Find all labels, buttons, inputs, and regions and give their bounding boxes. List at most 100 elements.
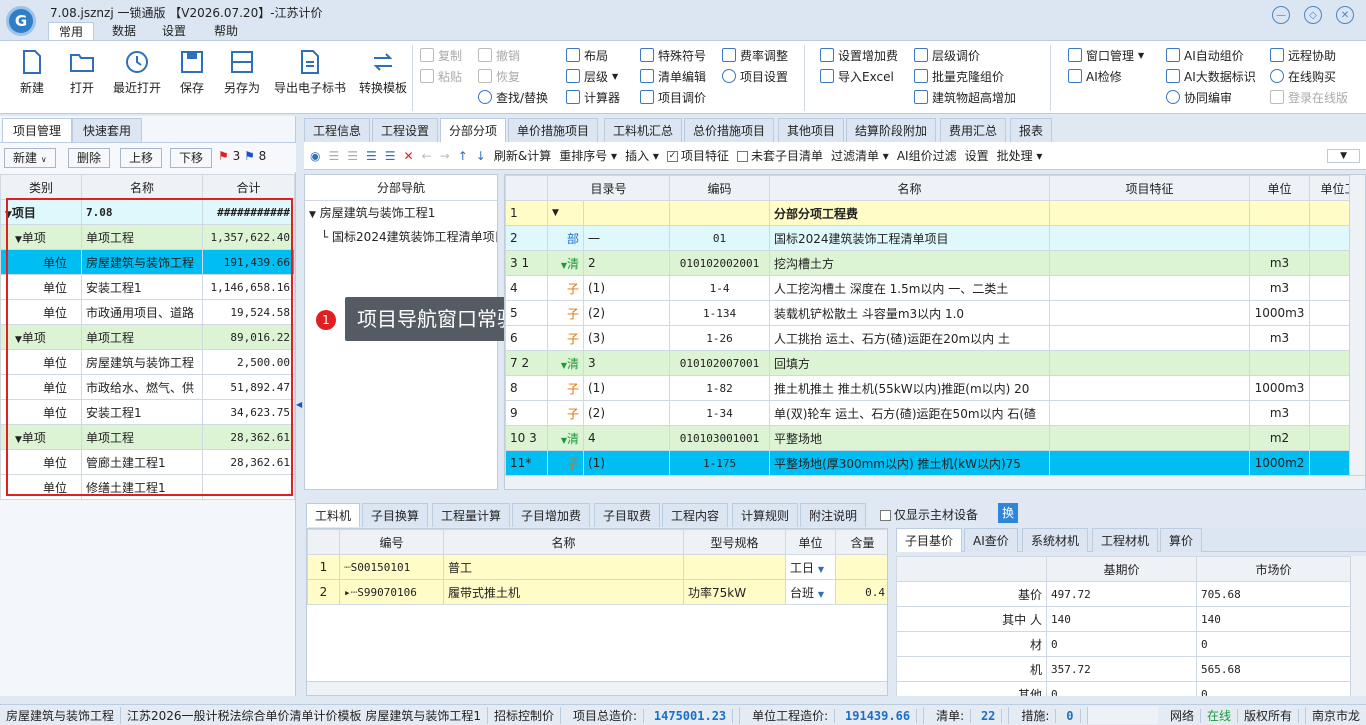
chevron-down-icon[interactable]: ▼: [818, 565, 824, 574]
table-row[interactable]: 1 ▼ 分部分项工程费: [505, 200, 1365, 226]
collapse-icon[interactable]: ▼: [547, 200, 584, 226]
tab-calc-rules[interactable]: 计算规则: [732, 503, 799, 527]
tab-ai-price[interactable]: AI查价: [964, 528, 1018, 552]
table-row[interactable]: 5子(2)1-134装载机铲松散土 斗容量m3以内 1.01000m30: [505, 300, 1365, 326]
collaborate-button[interactable]: 协同编审: [1166, 87, 1232, 107]
tab-sub-items[interactable]: 分部分项: [440, 118, 507, 142]
table-row[interactable]: 4 子 (1) 1-4 人工挖沟槽土 深度在 1.5m以内 一、二类土 m3: [505, 275, 1365, 301]
swap-button[interactable]: 换: [998, 503, 1018, 523]
settings-button[interactable]: 设置: [965, 147, 989, 164]
remote-assist-button[interactable]: 远程协助: [1270, 45, 1336, 65]
more-dropdown-icon[interactable]: ▼: [1327, 148, 1360, 163]
refresh-calc-button[interactable]: 刷新&计算: [494, 147, 551, 164]
arrow-up-icon[interactable]: ↑: [458, 149, 468, 163]
project-settings-button[interactable]: 项目设置: [722, 66, 788, 86]
tab-other-items[interactable]: 其他项目: [778, 118, 845, 142]
export-bid-button[interactable]: 导出电子标书: [272, 47, 348, 109]
collapse-panel-icon[interactable]: ◀: [296, 400, 302, 409]
list-edit-button[interactable]: 清单编辑: [640, 66, 706, 86]
import-excel-button[interactable]: 导入Excel: [820, 66, 894, 86]
tab-quick-apply[interactable]: 快速套用: [72, 118, 143, 142]
recent-button[interactable]: 最近打开: [106, 47, 168, 109]
table-row[interactable]: 1 ┈S00150101 普工 工日 ▼: [307, 554, 887, 580]
table-row[interactable]: 11* 子 (1) 1-175 平整场地(厚300mm以内) 推土机(kW以内)75 10…: [505, 450, 1365, 476]
menu-common[interactable]: 常用: [48, 22, 95, 40]
horizontal-scrollbar[interactable]: [307, 681, 887, 695]
tab-material-summary[interactable]: 工料机汇总: [604, 118, 683, 142]
table-row[interactable]: 其他 0 0: [896, 681, 1351, 696]
calculator-button[interactable]: 计算器: [566, 87, 620, 107]
table-row[interactable]: 8 子 (1) 1-82 推土机推土 推土机(55kW以内)推距(m以内) 20 1000…: [505, 375, 1365, 401]
table-row[interactable]: 9 子 (2) 1-34 单(双)轮车 运土、石方(碴)运距在50m以内 石(碴 m3: [505, 400, 1365, 426]
level-price-adjust-button[interactable]: 层级调价: [914, 45, 980, 65]
delete-icon[interactable]: ✕: [404, 149, 414, 163]
table-row[interactable]: 6 子 (3) 1-26 人工挑抬 运土、石方(碴)运距在20m以内 土 m3: [505, 325, 1365, 351]
insert-dropdown[interactable]: 插入 ▾: [625, 147, 659, 164]
filter-list-dropdown[interactable]: 过滤清单 ▾: [831, 147, 889, 164]
chevron-down-icon[interactable]: ▼: [818, 590, 824, 599]
align-icon[interactable]: ☰: [366, 149, 377, 163]
tab-calc-price[interactable]: 算价: [1160, 528, 1203, 552]
online-buy-button[interactable]: 在线购买: [1270, 66, 1336, 86]
open-button[interactable]: 打开: [52, 47, 112, 109]
resort-button[interactable]: 重排序号 ▾: [559, 147, 617, 164]
table-row[interactable]: 其中 人 140 140: [896, 606, 1351, 632]
table-row[interactable]: 7 2 ▼清 3 010102007001 回填方: [505, 350, 1365, 376]
table-row[interactable]: 机 357.72 565.68: [896, 656, 1351, 682]
login-online-button[interactable]: 登录在线版: [1270, 87, 1348, 107]
find-replace-button[interactable]: 查找/替换: [478, 87, 548, 107]
only-main-checkbox[interactable]: 仅显示主材设备: [880, 506, 978, 523]
tab-unit-measures[interactable]: 单价措施项目: [508, 118, 599, 142]
arrow-left-icon[interactable]: ←: [422, 149, 432, 163]
copy-button[interactable]: 复制: [420, 45, 462, 65]
table-row[interactable]: 2 ▸┈S99070106 履带式推土机 功率75kW 台班 ▼ 0.4: [307, 579, 887, 605]
convert-template-button[interactable]: 转换模板: [352, 47, 414, 109]
ai-auto-price-button[interactable]: AI自动组价: [1166, 45, 1244, 65]
eye-icon[interactable]: ◉: [310, 149, 320, 163]
delete-button[interactable]: 删除: [68, 148, 111, 168]
table-row[interactable]: 2 部一 01 国标2024建筑装饰工程清单项目: [505, 225, 1365, 251]
tab-project-settings[interactable]: 工程设置: [372, 118, 439, 142]
undo-button[interactable]: 撤销: [478, 45, 520, 65]
tab-reports[interactable]: 报表: [1010, 118, 1053, 142]
minimize-icon[interactable]: —: [1272, 6, 1290, 24]
nav-item[interactable]: ▼ 房屋建筑与装饰工程1: [305, 201, 497, 225]
tab-cost-summary[interactable]: 费用汇总: [940, 118, 1007, 142]
menu-settings[interactable]: 设置: [152, 22, 196, 40]
move-down-button[interactable]: 下移: [170, 148, 213, 168]
tab-work-content[interactable]: 工程内容: [662, 503, 729, 527]
tab-system-materials[interactable]: 系统材机: [1022, 528, 1089, 552]
tab-total-measures[interactable]: 总价措施项目: [684, 118, 775, 142]
arrow-down-icon[interactable]: ↓: [476, 149, 486, 163]
vertical-scrollbar[interactable]: [1350, 556, 1366, 696]
tab-notes[interactable]: 附注说明: [800, 503, 867, 527]
nav-item[interactable]: └ 国标2024建筑装饰工程清单项目: [305, 225, 497, 249]
tab-project-info[interactable]: 工程信息: [304, 118, 371, 142]
ai-check-button[interactable]: AI检修: [1068, 66, 1122, 86]
level-dropdown[interactable]: 层级 ▼: [566, 66, 618, 86]
tab-convert[interactable]: 子目换算: [362, 503, 429, 527]
tab-settlement[interactable]: 结算阶段附加: [846, 118, 937, 142]
ai-bigdata-button[interactable]: AI大数据标识: [1166, 66, 1256, 86]
batch-dropdown[interactable]: 批处理 ▾: [997, 147, 1043, 164]
save-as-button[interactable]: 另存为: [212, 47, 272, 109]
table-row[interactable]: 10 3 ▼清 4 010103001001 平整场地 m2: [505, 425, 1365, 451]
close-icon[interactable]: ✕: [1336, 6, 1354, 24]
special-symbol-button[interactable]: 特殊符号: [640, 45, 706, 65]
arrow-right-icon[interactable]: →: [440, 149, 450, 163]
building-height-button[interactable]: 建筑物超高增加: [914, 87, 1016, 107]
tab-project-manage[interactable]: 项目管理: [2, 118, 73, 142]
table-row[interactable]: 材00: [896, 631, 1351, 657]
tab-quantity-calc[interactable]: 工程量计算: [432, 503, 511, 527]
tab-base-price[interactable]: 子目基价: [896, 528, 963, 552]
indent-icon[interactable]: ☰: [328, 149, 339, 163]
rate-adjust-button[interactable]: 费率调整: [722, 45, 788, 65]
batch-clone-button[interactable]: 批量克隆组价: [914, 66, 1004, 86]
stack-icon[interactable]: ☰: [385, 149, 396, 163]
horizontal-scrollbar[interactable]: [505, 475, 1365, 489]
feature-checkbox[interactable]: ✓ 项目特征: [666, 147, 729, 164]
unmatched-checkbox[interactable]: 未套子目清单: [736, 147, 823, 164]
redo-button[interactable]: 恢复: [478, 66, 520, 86]
table-row[interactable]: 3 1 ▼清 2 010102002001 挖沟槽土方 m3: [505, 250, 1365, 276]
ai-filter-button[interactable]: AI组价过滤: [897, 147, 957, 164]
